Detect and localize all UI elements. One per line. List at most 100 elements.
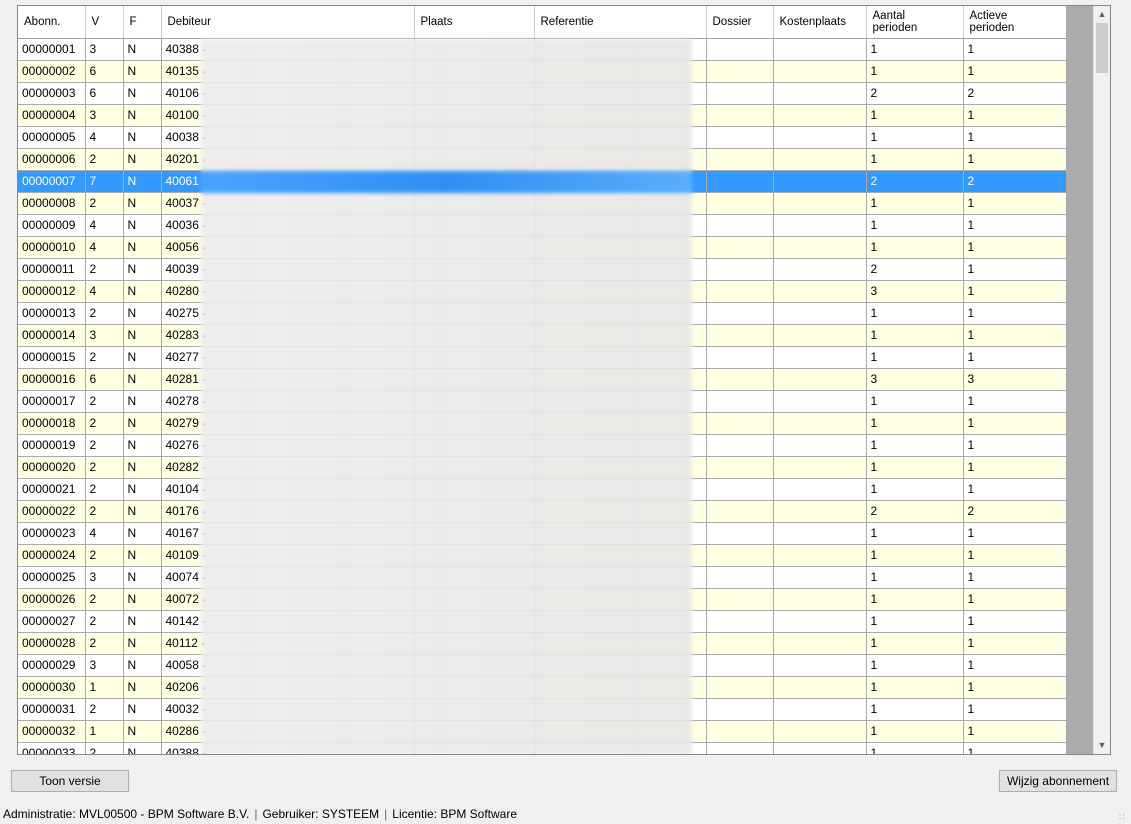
cell-f[interactable]: N [123,258,162,281]
grid-area[interactable]: Abonn. V F Debiteur Plaats Referentie Dossier K… [18,6,1066,754]
cell-dossier[interactable] [706,610,774,633]
cell-aantal-perioden[interactable]: 2 [866,82,964,105]
cell-abonn[interactable]: 00000028 [18,632,86,655]
cell-v[interactable]: 1 [85,720,124,743]
cell-actieve-perioden[interactable]: 1 [963,390,1066,413]
cell-f[interactable]: N [123,610,162,633]
cell-aantal-perioden[interactable]: 1 [866,588,964,611]
cell-f[interactable]: N [123,280,162,303]
cell-kostenplaats[interactable] [773,192,867,215]
cell-aantal-perioden[interactable]: 3 [866,368,964,391]
cell-dossier[interactable] [706,522,774,545]
cell-f[interactable]: N [123,654,162,677]
cell-aantal-perioden[interactable]: 1 [866,302,964,325]
cell-kostenplaats[interactable] [773,522,867,545]
cell-dossier[interactable] [706,588,774,611]
cell-actieve-perioden[interactable]: 1 [963,742,1066,754]
cell-abonn[interactable]: 00000018 [18,412,86,435]
cell-abonn[interactable]: 00000009 [18,214,86,237]
cell-dossier[interactable] [706,720,774,743]
cell-aantal-perioden[interactable]: 1 [866,654,964,677]
cell-v[interactable]: 6 [85,82,124,105]
cell-kostenplaats[interactable] [773,346,867,369]
column-header-plaats[interactable]: Plaats [414,6,535,39]
cell-abonn[interactable]: 00000023 [18,522,86,545]
cell-actieve-perioden[interactable]: 2 [963,500,1066,523]
cell-dossier[interactable] [706,412,774,435]
cell-v[interactable]: 3 [85,566,124,589]
cell-aantal-perioden[interactable]: 1 [866,610,964,633]
cell-kostenplaats[interactable] [773,610,867,633]
cell-v[interactable]: 2 [85,456,124,479]
cell-abonn[interactable]: 00000017 [18,390,86,413]
cell-dossier[interactable] [706,302,774,325]
cell-f[interactable]: N [123,434,162,457]
cell-dossier[interactable] [706,632,774,655]
cell-aantal-perioden[interactable]: 1 [866,522,964,545]
cell-v[interactable]: 4 [85,236,124,259]
cell-actieve-perioden[interactable]: 1 [963,610,1066,633]
cell-aantal-perioden[interactable]: 2 [866,500,964,523]
column-header-v[interactable]: V [85,6,124,39]
cell-actieve-perioden[interactable]: 1 [963,214,1066,237]
cell-aantal-perioden[interactable]: 1 [866,434,964,457]
cell-kostenplaats[interactable] [773,544,867,567]
cell-aantal-perioden[interactable]: 1 [866,456,964,479]
cell-kostenplaats[interactable] [773,38,867,61]
cell-v[interactable]: 2 [85,698,124,721]
cell-abonn[interactable]: 00000013 [18,302,86,325]
cell-v[interactable]: 2 [85,478,124,501]
cell-f[interactable]: N [123,368,162,391]
cell-kostenplaats[interactable] [773,588,867,611]
cell-aantal-perioden[interactable]: 1 [866,742,964,754]
cell-kostenplaats[interactable] [773,368,867,391]
cell-dossier[interactable] [706,544,774,567]
subscriptions-grid[interactable]: Abonn. V F Debiteur Plaats Referentie Dossier K… [17,5,1111,755]
cell-dossier[interactable] [706,676,774,699]
cell-v[interactable]: 3 [85,324,124,347]
cell-f[interactable]: N [123,192,162,215]
cell-v[interactable]: 2 [85,500,124,523]
cell-aantal-perioden[interactable]: 1 [866,676,964,699]
cell-actieve-perioden[interactable]: 1 [963,258,1066,281]
cell-actieve-perioden[interactable]: 1 [963,698,1066,721]
cell-actieve-perioden[interactable]: 1 [963,522,1066,545]
cell-kostenplaats[interactable] [773,720,867,743]
cell-abonn[interactable]: 00000016 [18,368,86,391]
cell-kostenplaats[interactable] [773,654,867,677]
cell-abonn[interactable]: 00000019 [18,434,86,457]
cell-actieve-perioden[interactable]: 1 [963,280,1066,303]
cell-abonn[interactable]: 00000011 [18,258,86,281]
cell-kostenplaats[interactable] [773,632,867,655]
cell-f[interactable]: N [123,544,162,567]
cell-f[interactable]: N [123,412,162,435]
cell-actieve-perioden[interactable]: 1 [963,148,1066,171]
cell-v[interactable]: 2 [85,632,124,655]
cell-dossier[interactable] [706,346,774,369]
cell-abonn[interactable]: 00000026 [18,588,86,611]
cell-kostenplaats[interactable] [773,390,867,413]
cell-f[interactable]: N [123,522,162,545]
cell-aantal-perioden[interactable]: 1 [866,214,964,237]
cell-abonn[interactable]: 00000020 [18,456,86,479]
cell-abonn[interactable]: 00000005 [18,126,86,149]
column-header-referentie[interactable]: Referentie [534,6,707,39]
cell-actieve-perioden[interactable]: 1 [963,588,1066,611]
cell-f[interactable]: N [123,500,162,523]
cell-actieve-perioden[interactable]: 1 [963,720,1066,743]
cell-actieve-perioden[interactable]: 1 [963,192,1066,215]
cell-v[interactable]: 4 [85,126,124,149]
cell-actieve-perioden[interactable]: 1 [963,434,1066,457]
cell-actieve-perioden[interactable]: 1 [963,566,1066,589]
cell-abonn[interactable]: 00000001 [18,38,86,61]
cell-f[interactable]: N [123,456,162,479]
cell-actieve-perioden[interactable]: 1 [963,324,1066,347]
cell-dossier[interactable] [706,214,774,237]
cell-aantal-perioden[interactable]: 1 [866,390,964,413]
cell-v[interactable]: 2 [85,434,124,457]
cell-dossier[interactable] [706,478,774,501]
cell-aantal-perioden[interactable]: 1 [866,478,964,501]
cell-v[interactable]: 6 [85,60,124,83]
cell-abonn[interactable]: 00000024 [18,544,86,567]
cell-dossier[interactable] [706,82,774,105]
